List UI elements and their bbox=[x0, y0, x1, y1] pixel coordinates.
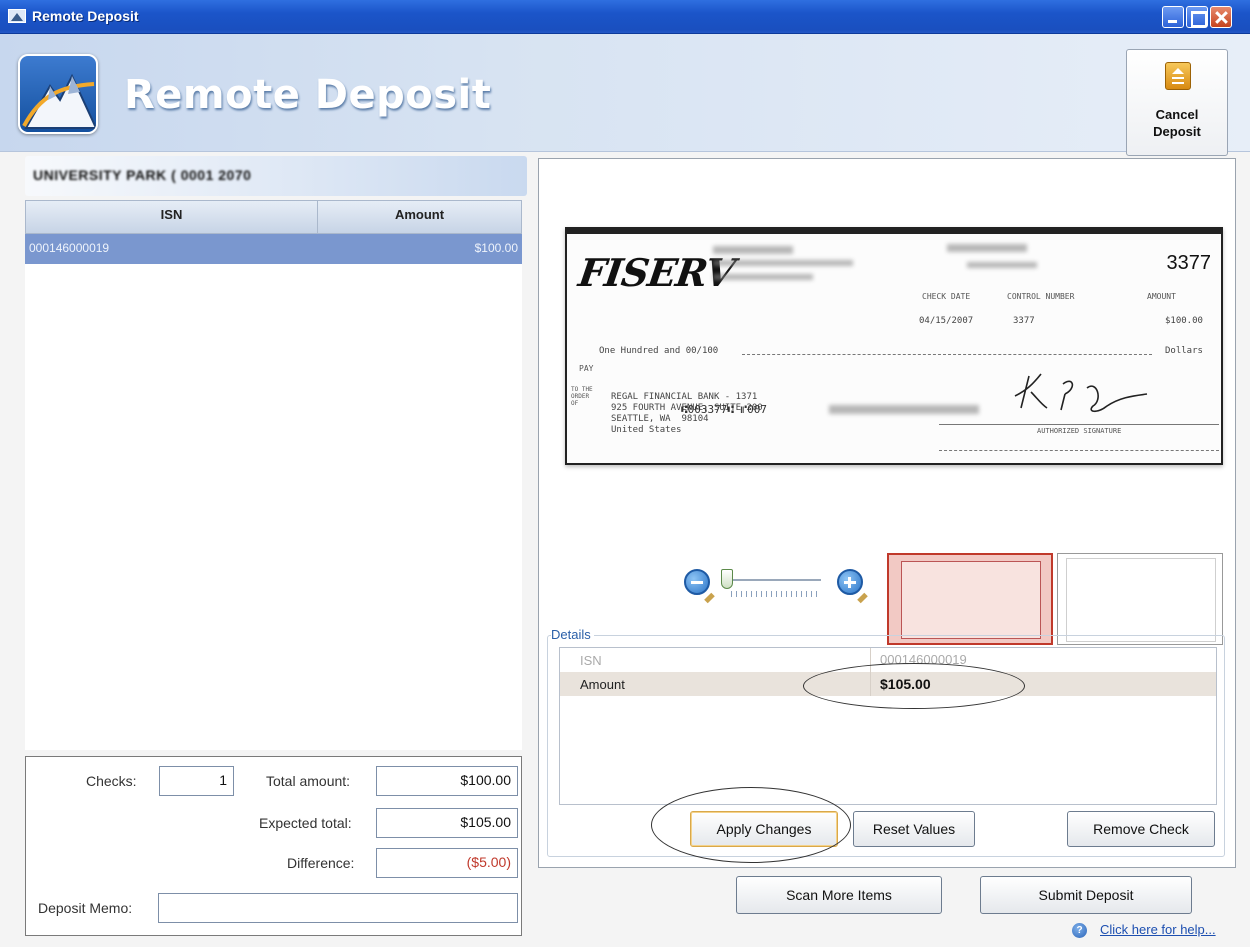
help-link[interactable]: Click here for help... bbox=[1100, 922, 1216, 937]
minimize-button[interactable] bbox=[1162, 6, 1184, 28]
check-front-thumbnail[interactable] bbox=[887, 553, 1053, 645]
to-order-label: TO THE ORDER OF bbox=[571, 386, 593, 407]
check-amount-value: $100.00 bbox=[1165, 316, 1203, 326]
zoom-out-icon[interactable] bbox=[684, 569, 710, 595]
expected-total-label: Expected total: bbox=[259, 815, 352, 831]
zoom-out-handle bbox=[704, 592, 715, 604]
expected-total-field[interactable]: $105.00 bbox=[376, 808, 518, 838]
totals-panel: Checks: 1 Total amount: $100.00 Expected… bbox=[25, 756, 522, 936]
written-amount-line bbox=[742, 354, 1152, 355]
check-bank-logo: FISERV bbox=[575, 250, 738, 295]
help-icon: ? bbox=[1072, 923, 1087, 938]
close-button[interactable] bbox=[1210, 6, 1232, 28]
micr-line: ⑆003377⑆ ⑈007 bbox=[681, 403, 768, 416]
apply-changes-button[interactable]: Apply Changes bbox=[690, 811, 838, 847]
details-row-isn: ISN 000146000019 bbox=[560, 648, 1216, 672]
page-title: Remote Deposit bbox=[124, 72, 492, 118]
signature-label: AUTHORIZED SIGNATURE bbox=[1037, 427, 1122, 435]
details-column-separator bbox=[870, 648, 871, 696]
details-legend: Details bbox=[551, 627, 594, 642]
column-header-isn[interactable]: ISN bbox=[26, 201, 318, 235]
account-name: UNIVERSITY PARK ( 0001 2070 bbox=[33, 167, 252, 183]
details-table: ISN 000146000019 Amount $105.00 bbox=[559, 647, 1217, 805]
left-panel: UNIVERSITY PARK ( 0001 2070 ISN Amount 0… bbox=[0, 152, 530, 947]
check-image[interactable]: FISERV 3377 CHECK DATE CONTROL NUMBER AM… bbox=[565, 227, 1223, 465]
total-amount-field: $100.00 bbox=[376, 766, 518, 796]
app-header: Remote Deposit Cancel Deposit bbox=[0, 34, 1250, 156]
zoom-slider-track[interactable] bbox=[729, 579, 821, 581]
cancel-deposit-button[interactable]: Cancel Deposit bbox=[1126, 49, 1228, 156]
cancel-deposit-label: Cancel Deposit bbox=[1153, 107, 1201, 139]
maximize-button[interactable] bbox=[1186, 6, 1208, 28]
memo-line bbox=[939, 450, 1219, 451]
redacted-text bbox=[713, 274, 813, 280]
details-amount-value[interactable]: $105.00 bbox=[880, 676, 931, 692]
account-bar: UNIVERSITY PARK ( 0001 2070 bbox=[25, 156, 527, 196]
written-amount: One Hundred and 00/100 bbox=[599, 346, 719, 356]
pay-label: PAY bbox=[579, 364, 594, 373]
redacted-micr bbox=[829, 405, 979, 414]
dollars-label: Dollars bbox=[1165, 346, 1203, 356]
checks-label: Checks: bbox=[86, 773, 137, 789]
total-amount-label: Total amount: bbox=[266, 773, 351, 789]
control-number-label: CONTROL NUMBER bbox=[1007, 292, 1075, 301]
mountain-logo-icon bbox=[18, 54, 98, 134]
control-number-value: 3377 bbox=[1013, 316, 1035, 326]
check-date-label: CHECK DATE bbox=[922, 292, 971, 301]
check-back-thumbnail[interactable] bbox=[1057, 553, 1223, 645]
check-date-value: 04/15/2007 bbox=[919, 316, 974, 326]
details-isn-value: 000146000019 bbox=[880, 652, 967, 667]
title-bar: Remote Deposit bbox=[0, 0, 1250, 34]
check-number: 3377 bbox=[1166, 252, 1212, 274]
zoom-slider-ticks bbox=[731, 591, 821, 597]
signature-line bbox=[939, 424, 1219, 425]
app-window-icon bbox=[8, 9, 26, 23]
difference-label: Difference: bbox=[287, 855, 355, 871]
table-row[interactable]: 000146000019 $100.00 bbox=[25, 234, 522, 264]
details-row-amount[interactable]: Amount $105.00 bbox=[560, 672, 1216, 696]
reset-values-button[interactable]: Reset Values bbox=[853, 811, 975, 847]
check-detail-panel: FISERV 3377 CHECK DATE CONTROL NUMBER AM… bbox=[538, 158, 1236, 868]
deposit-memo-input[interactable] bbox=[158, 893, 518, 923]
zoom-in-handle bbox=[857, 592, 868, 604]
zoom-in-icon[interactable] bbox=[837, 569, 863, 595]
details-isn-label: ISN bbox=[580, 653, 602, 668]
amount-label: AMOUNT bbox=[1147, 292, 1176, 301]
row-isn: 000146000019 bbox=[29, 241, 110, 255]
redacted-text bbox=[713, 260, 853, 266]
window-title: Remote Deposit bbox=[32, 8, 139, 24]
redacted-text bbox=[713, 246, 793, 254]
difference-field: ($5.00) bbox=[376, 848, 518, 878]
cancel-deposit-icon bbox=[1165, 62, 1191, 90]
scan-more-items-button[interactable]: Scan More Items bbox=[736, 876, 942, 914]
deposit-memo-label: Deposit Memo: bbox=[38, 900, 133, 916]
redacted-text bbox=[947, 244, 1027, 252]
column-header-amount[interactable]: Amount bbox=[318, 201, 521, 235]
thumbnail-preview bbox=[901, 561, 1041, 639]
submit-deposit-button[interactable]: Submit Deposit bbox=[980, 876, 1192, 914]
remove-check-button[interactable]: Remove Check bbox=[1067, 811, 1215, 847]
zoom-slider-thumb[interactable] bbox=[721, 569, 733, 589]
checks-count-field: 1 bbox=[159, 766, 234, 796]
grid-header: ISN Amount bbox=[25, 200, 522, 235]
redacted-text bbox=[967, 262, 1037, 268]
checks-grid[interactable]: ISN Amount 000146000019 $100.00 bbox=[25, 200, 522, 750]
signature-image bbox=[1014, 373, 1148, 413]
row-amount: $100.00 bbox=[474, 241, 518, 255]
details-amount-label: Amount bbox=[580, 677, 625, 692]
